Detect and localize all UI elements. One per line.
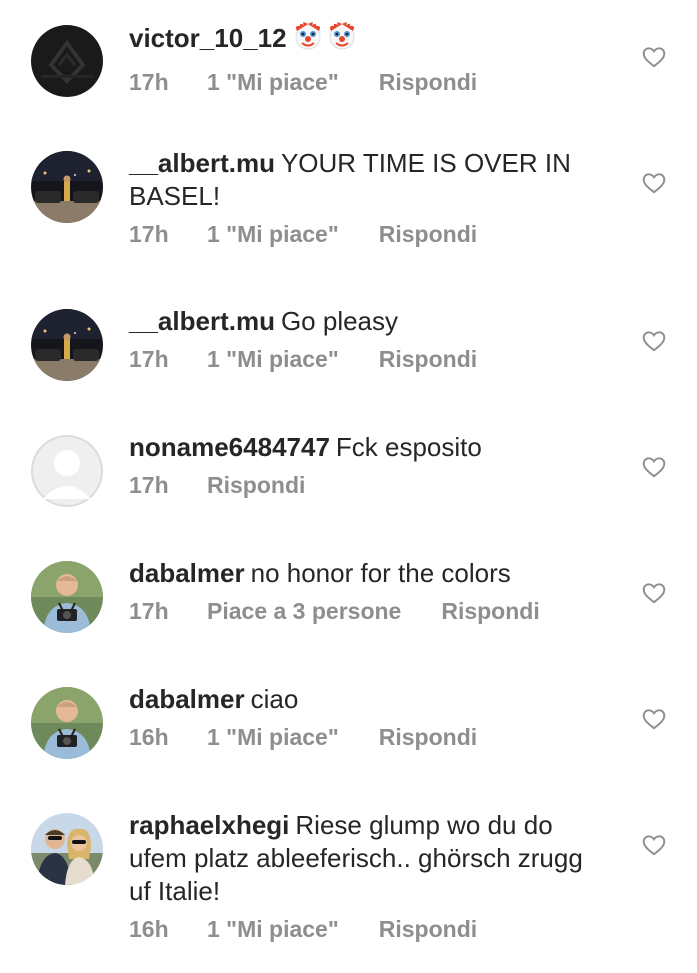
likes-count[interactable]: 1 "Mi piace" [207,724,339,751]
comment-time: 16h [129,724,169,750]
avatar[interactable] [31,813,103,885]
comment-meta: 17h 1 "Mi piace" Rispondi [129,346,609,373]
reply-button[interactable]: Rispondi [207,472,305,499]
username[interactable]: __albert.mu [129,306,275,336]
comment-text: victor_10_12 [129,21,609,61]
heart-outline-icon [642,331,666,352]
avatar[interactable] [31,561,103,633]
heart-outline-icon [642,173,666,194]
comment-time: 16h [129,916,169,942]
comment-meta: 17h Rispondi [129,472,609,499]
comment-time: 17h [129,598,169,624]
like-button[interactable] [641,328,667,354]
comment-body: ciao [250,684,299,714]
heart-outline-icon [642,583,666,604]
reply-button[interactable]: Rispondi [379,69,477,96]
heart-outline-icon [642,47,666,68]
comment-text: dabalmer ciao [129,683,609,716]
comment-meta: 17h 1 "Mi piace" Rispondi [129,221,609,248]
likes-count[interactable]: 1 "Mi piace" [207,69,339,96]
comment-meta: 16h 1 "Mi piace" Rispondi [129,724,609,751]
comment-time: 17h [129,472,169,498]
comment-time: 17h [129,221,169,247]
night-car-avatar-image [31,309,103,381]
username[interactable]: dabalmer [129,684,245,714]
reply-button[interactable]: Rispondi [379,724,477,751]
comment-text: dabalmer no honor for the colors [129,557,609,590]
comment-body: Fck esposito [335,432,482,462]
likes-count[interactable]: 1 "Mi piace" [207,346,339,373]
likes-count[interactable]: Piace a 3 persone [207,598,401,625]
username[interactable]: raphaelxhegi [129,810,289,840]
like-button[interactable] [641,454,667,480]
username[interactable]: victor_10_12 [129,23,287,53]
clown-face-icon [293,21,359,61]
like-button[interactable] [641,580,667,606]
like-button[interactable] [641,706,667,732]
photographer-avatar-image [31,687,103,759]
username[interactable]: __albert.mu [129,148,275,178]
comment-body: Go pleasy [280,306,399,336]
like-button[interactable] [641,44,667,70]
avatar[interactable] [31,435,103,507]
avatar[interactable] [31,687,103,759]
comment-time: 17h [129,346,169,372]
heart-outline-icon [642,835,666,856]
comment-text: raphaelxhegi Riese glump wo du do ufem pl… [129,809,609,908]
heart-outline-icon [642,457,666,478]
comment-time: 17h [129,69,169,95]
reply-button[interactable]: Rispondi [379,916,477,943]
reply-button[interactable]: Rispondi [379,346,477,373]
like-button[interactable] [641,170,667,196]
comment-text: __albert.mu YOUR TIME IS OVER IN BASEL! [129,147,609,213]
default-avatar-image [31,435,103,507]
night-car-avatar-image [31,151,103,223]
like-button[interactable] [641,832,667,858]
heart-outline-icon [642,709,666,730]
likes-count[interactable]: 1 "Mi piace" [207,916,339,943]
username[interactable]: noname6484747 [129,432,330,462]
avatar[interactable] [31,309,103,381]
comment-meta: 17h 1 "Mi piace" Rispondi [129,69,609,96]
comment-meta: 16h 1 "Mi piace" Rispondi [129,916,609,943]
comment-text: __albert.mu Go pleasy [129,305,609,338]
username[interactable]: dabalmer [129,558,245,588]
comment-body: no honor for the colors [250,558,511,588]
comment-meta: 17h Piace a 3 persone Rispondi [129,598,609,625]
reply-button[interactable]: Rispondi [379,221,477,248]
dark-logo-avatar-image [31,25,103,97]
photographer-avatar-image [31,561,103,633]
avatar[interactable] [31,151,103,223]
avatar[interactable] [31,25,103,97]
comment-text: noname6484747 Fck esposito [129,431,609,464]
reply-button[interactable]: Rispondi [441,598,539,625]
couple-avatar-image [31,813,103,885]
likes-count[interactable]: 1 "Mi piace" [207,221,339,248]
